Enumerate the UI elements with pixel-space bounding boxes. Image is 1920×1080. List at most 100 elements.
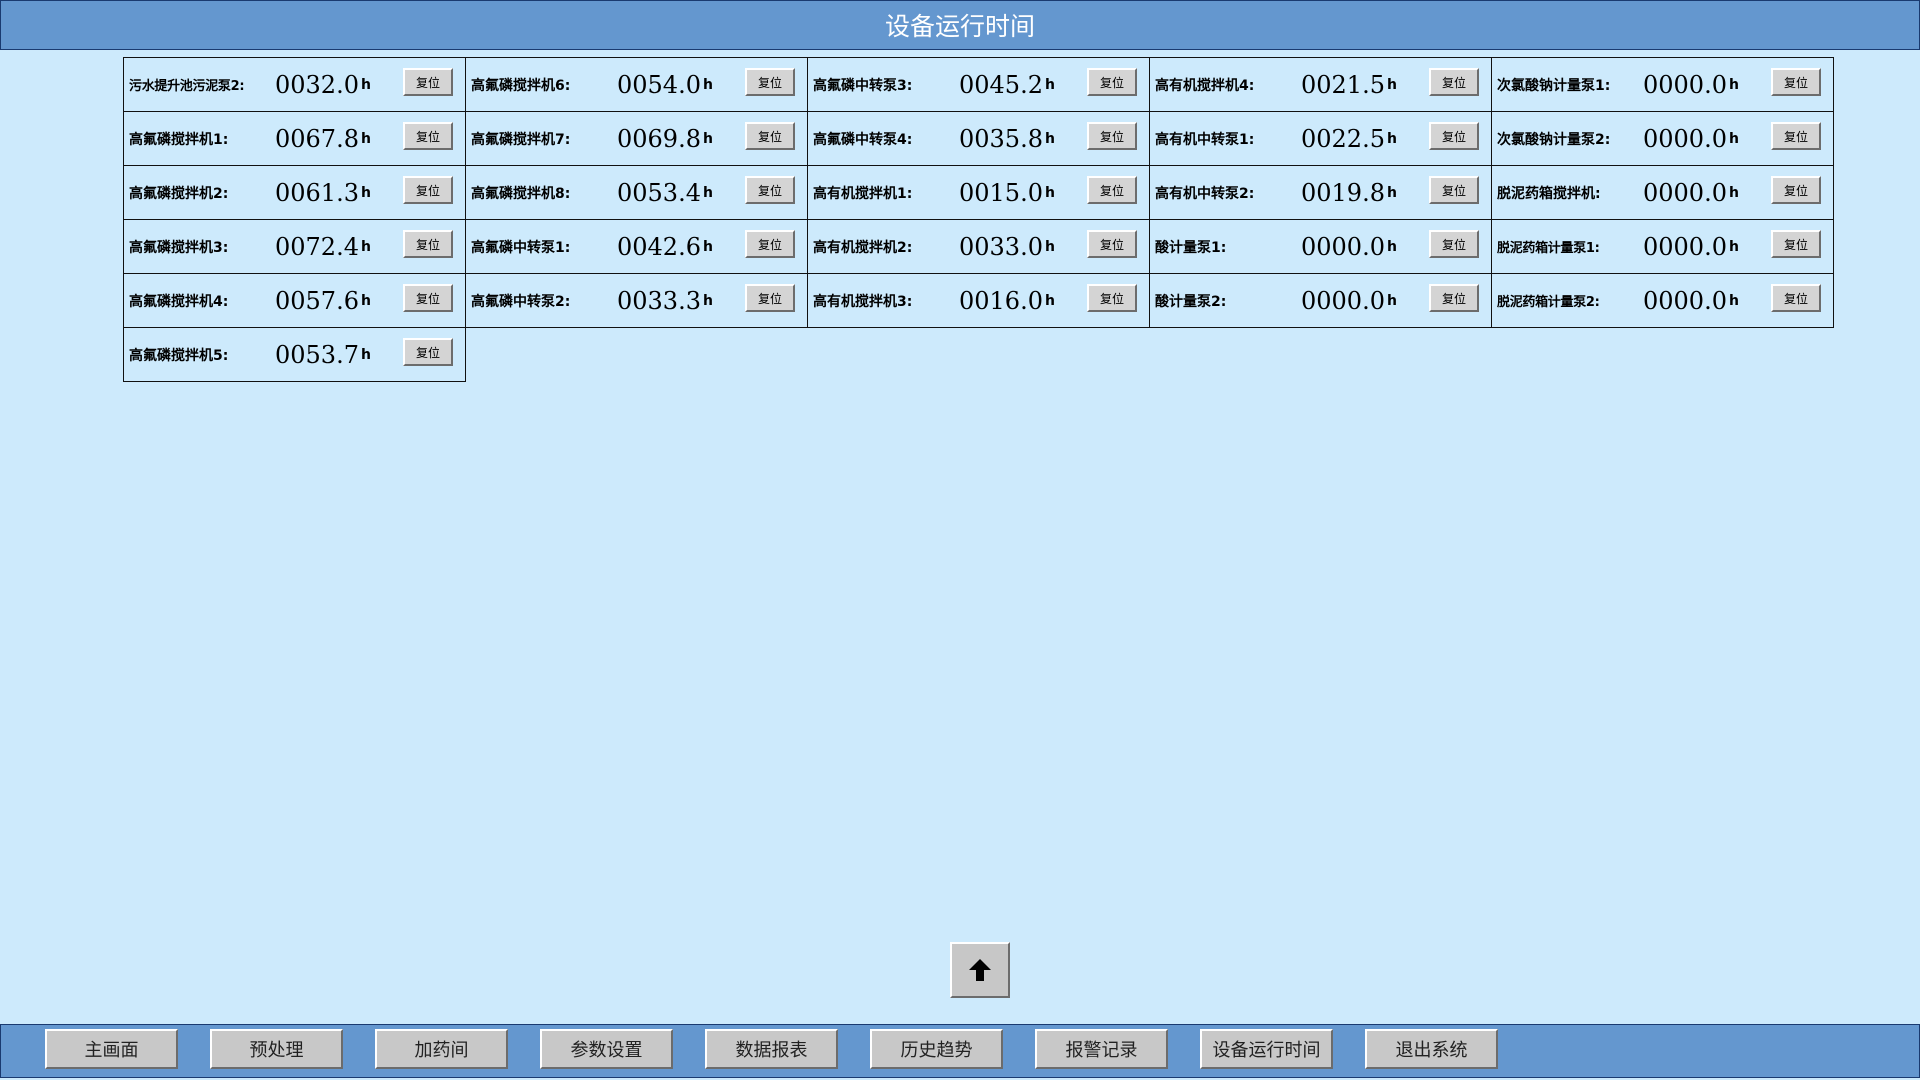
device-label: 高氟磷搅拌机3:	[129, 239, 229, 256]
device-label: 酸计量泵1:	[1155, 239, 1227, 256]
device-label: 高氟磷搅拌机5:	[129, 347, 229, 364]
nav-button[interactable]: 历史趋势	[870, 1029, 1003, 1069]
runtime-cell: 高有机中转泵2: 0019.8 h 复位	[1149, 165, 1492, 220]
unit-label: h	[1387, 184, 1397, 201]
device-label: 高氟磷搅拌机4:	[129, 293, 229, 310]
device-label: 高氟磷搅拌机8:	[471, 185, 571, 202]
runtime-cell: 高氟磷搅拌机6: 0054.0 h 复位	[465, 57, 808, 112]
device-label: 高氟磷搅拌机1:	[129, 131, 229, 148]
runtime-cell: 酸计量泵1: 0000.0 h 复位	[1149, 219, 1492, 274]
bottom-nav-bar: 主画面 预处理 加药间 参数设置 数据报表 历史趋势 报警记录 设备运行时间 退出系统	[0, 1024, 1920, 1078]
unit-label: h	[703, 130, 713, 147]
runtime-value: 0032.0	[275, 70, 359, 99]
device-label: 高氟磷中转泵2:	[471, 293, 571, 310]
reset-button[interactable]: 复位	[1771, 68, 1821, 96]
runtime-cell: 脱泥药箱计量泵1: 0000.0 h 复位	[1491, 219, 1834, 274]
reset-button[interactable]: 复位	[1771, 230, 1821, 258]
nav-button[interactable]: 报警记录	[1035, 1029, 1168, 1069]
reset-button[interactable]: 复位	[1087, 230, 1137, 258]
page-title: 设备运行时间	[884, 12, 1035, 41]
reset-button[interactable]: 复位	[1429, 284, 1479, 312]
runtime-cell: 高氟磷中转泵4: 0035.8 h 复位	[807, 111, 1150, 166]
nav-button[interactable]: 设备运行时间	[1200, 1029, 1333, 1069]
unit-label: h	[703, 238, 713, 255]
nav-button[interactable]: 预处理	[210, 1029, 343, 1069]
nav-button[interactable]: 参数设置	[540, 1029, 673, 1069]
nav-button[interactable]: 数据报表	[705, 1029, 838, 1069]
runtime-value: 0067.8	[275, 124, 359, 153]
nav-button[interactable]: 退出系统	[1365, 1029, 1498, 1069]
reset-button[interactable]: 复位	[1087, 122, 1137, 150]
runtime-value: 0022.5	[1301, 124, 1385, 153]
unit-label: h	[361, 292, 371, 309]
reset-button[interactable]: 复位	[403, 284, 453, 312]
device-label: 高氟磷搅拌机6:	[471, 77, 571, 94]
reset-button[interactable]: 复位	[403, 338, 453, 366]
reset-button[interactable]: 复位	[403, 176, 453, 204]
runtime-cell: 污水提升池污泥泵2: 0032.0 h 复位	[123, 57, 466, 112]
runtime-value: 0000.0	[1643, 232, 1727, 261]
runtime-grid: 污水提升池污泥泵2: 0032.0 h 复位 高氟磷搅拌机1: 0067.8 h 复位 高氟磷搅…	[123, 57, 1834, 382]
reset-button[interactable]: 复位	[1429, 68, 1479, 96]
reset-button[interactable]: 复位	[745, 68, 795, 96]
scroll-up-button[interactable]	[950, 942, 1010, 998]
runtime-value: 0053.7	[275, 340, 359, 369]
device-label: 污水提升池污泥泵2:	[129, 79, 245, 94]
unit-label: h	[1387, 130, 1397, 147]
device-label: 高有机中转泵2:	[1155, 185, 1255, 202]
reset-button[interactable]: 复位	[1771, 122, 1821, 150]
reset-button[interactable]: 复位	[1087, 176, 1137, 204]
unit-label: h	[1045, 130, 1055, 147]
reset-button[interactable]: 复位	[1771, 284, 1821, 312]
device-label: 酸计量泵2:	[1155, 293, 1227, 310]
unit-label: h	[361, 238, 371, 255]
unit-label: h	[1045, 292, 1055, 309]
nav-button[interactable]: 主画面	[45, 1029, 178, 1069]
runtime-value: 0069.8	[617, 124, 701, 153]
reset-button[interactable]: 复位	[745, 284, 795, 312]
device-label: 次氯酸钠计量泵1:	[1497, 77, 1611, 94]
device-label: 脱泥药箱计量泵1:	[1497, 241, 1600, 256]
runtime-cell: 高有机搅拌机2: 0033.0 h 复位	[807, 219, 1150, 274]
device-label: 脱泥药箱计量泵2:	[1497, 295, 1600, 310]
runtime-cell: 高氟磷中转泵3: 0045.2 h 复位	[807, 57, 1150, 112]
device-label: 高有机中转泵1:	[1155, 131, 1255, 148]
runtime-value: 0042.6	[617, 232, 701, 261]
runtime-value: 0072.4	[275, 232, 359, 261]
reset-button[interactable]: 复位	[1429, 230, 1479, 258]
runtime-cell: 高有机搅拌机4: 0021.5 h 复位	[1149, 57, 1492, 112]
device-label: 高氟磷中转泵3:	[813, 77, 913, 94]
reset-button[interactable]: 复位	[745, 122, 795, 150]
unit-label: h	[361, 346, 371, 363]
reset-button[interactable]: 复位	[403, 68, 453, 96]
reset-button[interactable]: 复位	[1771, 176, 1821, 204]
runtime-cell: 高氟磷中转泵2: 0033.3 h 复位	[465, 273, 808, 328]
arrow-up-icon	[969, 959, 991, 981]
reset-button[interactable]: 复位	[1429, 176, 1479, 204]
device-label: 高氟磷搅拌机2:	[129, 185, 229, 202]
runtime-value: 0015.0	[959, 178, 1043, 207]
reset-button[interactable]: 复位	[403, 230, 453, 258]
reset-button[interactable]: 复位	[1429, 122, 1479, 150]
reset-button[interactable]: 复位	[403, 122, 453, 150]
unit-label: h	[703, 184, 713, 201]
reset-button[interactable]: 复位	[745, 230, 795, 258]
runtime-cell: 高有机中转泵1: 0022.5 h 复位	[1149, 111, 1492, 166]
reset-button[interactable]: 复位	[745, 176, 795, 204]
runtime-cell: 高有机搅拌机3: 0016.0 h 复位	[807, 273, 1150, 328]
reset-button[interactable]: 复位	[1087, 68, 1137, 96]
runtime-cell: 脱泥药箱计量泵2: 0000.0 h 复位	[1491, 273, 1834, 328]
runtime-cell: 高氟磷搅拌机5: 0053.7 h 复位	[123, 327, 466, 382]
nav-button[interactable]: 加药间	[375, 1029, 508, 1069]
runtime-value: 0000.0	[1643, 124, 1727, 153]
runtime-cell: 高氟磷搅拌机1: 0067.8 h 复位	[123, 111, 466, 166]
runtime-cell: 酸计量泵2: 0000.0 h 复位	[1149, 273, 1492, 328]
unit-label: h	[1045, 238, 1055, 255]
reset-button[interactable]: 复位	[1087, 284, 1137, 312]
device-label: 高有机搅拌机3:	[813, 293, 913, 310]
device-label: 高有机搅拌机2:	[813, 239, 913, 256]
device-label: 次氯酸钠计量泵2:	[1497, 131, 1611, 148]
runtime-cell: 高氟磷搅拌机4: 0057.6 h 复位	[123, 273, 466, 328]
unit-label: h	[1729, 76, 1739, 93]
runtime-value: 0016.0	[959, 286, 1043, 315]
